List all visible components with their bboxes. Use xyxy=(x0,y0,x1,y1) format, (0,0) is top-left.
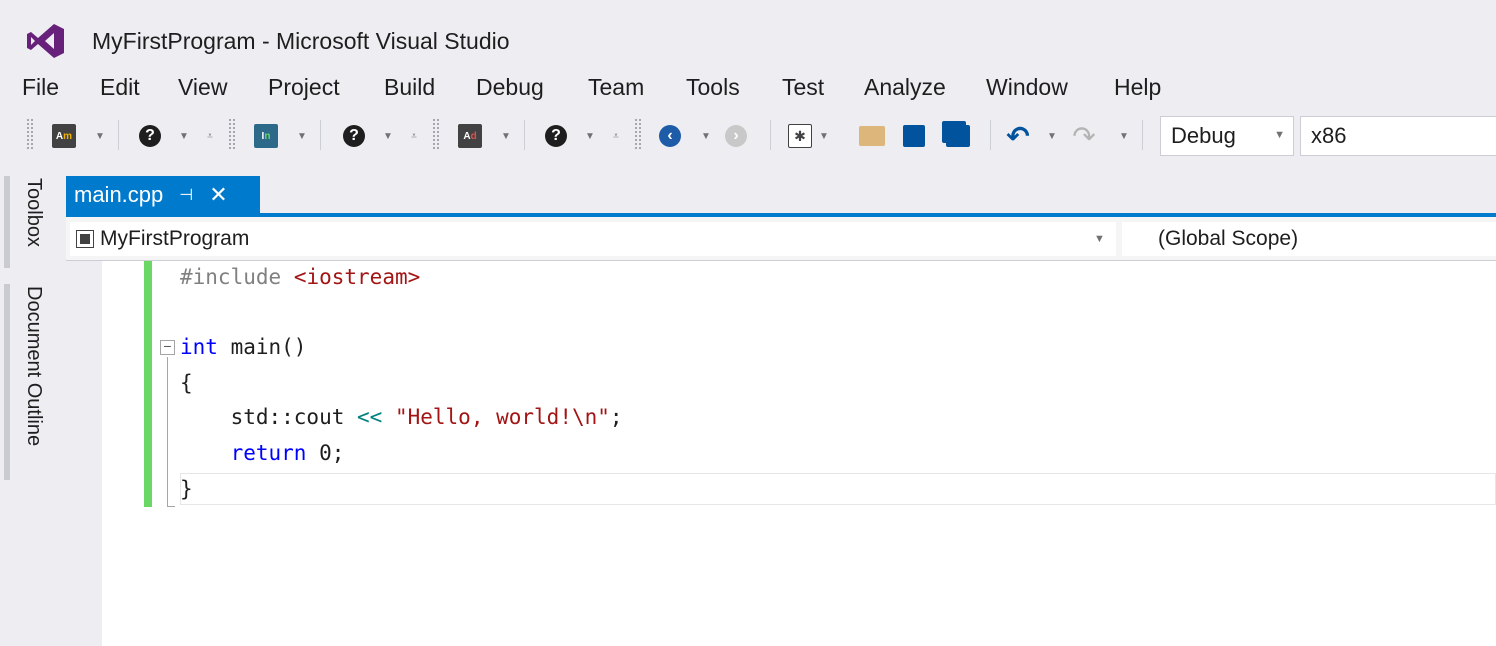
toolbar-grip[interactable] xyxy=(26,118,34,150)
help-icon[interactable]: ? xyxy=(136,122,164,150)
project-dropdown[interactable]: MyFirstProgram xyxy=(70,222,1116,256)
close-icon[interactable]: ✕ xyxy=(209,182,227,208)
code-line-4: { xyxy=(180,371,193,395)
tab-label: main.cpp xyxy=(74,182,164,207)
overflow-icon[interactable]: ⩡ xyxy=(408,126,420,146)
menu-file[interactable]: File xyxy=(22,74,59,101)
toolbar-separator xyxy=(118,120,119,150)
chevron-down-icon[interactable]: ▼ xyxy=(296,126,308,146)
save-icon[interactable] xyxy=(900,122,928,150)
chevron-down-icon[interactable]: ▼ xyxy=(818,126,830,146)
menu-tools[interactable]: Tools xyxy=(686,74,740,101)
code-line-1: #include <iostream> xyxy=(180,265,420,289)
chevron-down-icon[interactable]: ▼ xyxy=(94,126,106,146)
chevron-down-icon[interactable]: ▼ xyxy=(500,126,512,146)
new-project-icon[interactable]: ✱ xyxy=(786,122,814,150)
am-icon[interactable]: Am xyxy=(50,122,78,150)
toolbar-separator xyxy=(990,120,991,150)
code-line-6: return 0; xyxy=(180,441,345,465)
chevron-down-icon[interactable]: ▼ xyxy=(1094,233,1105,245)
function-signature: main() xyxy=(217,335,307,359)
pin-icon[interactable]: ⊣ xyxy=(179,185,193,205)
toolbox-tab[interactable]: Toolbox xyxy=(22,178,45,247)
shift-operator: << xyxy=(357,405,383,429)
ad-icon[interactable]: Ad xyxy=(456,122,484,150)
keyword-return: return xyxy=(180,441,307,465)
chevron-down-icon[interactable]: ▼ xyxy=(382,126,394,146)
window-title: MyFirstProgram - Microsoft Visual Studio xyxy=(92,28,510,54)
chevron-down-icon: ▼ xyxy=(1274,129,1285,141)
menu-help[interactable]: Help xyxy=(1114,74,1161,101)
solution-platform-dropdown[interactable]: x86 xyxy=(1300,116,1496,156)
title-bar: MyFirstProgram - Microsoft Visual Studio xyxy=(0,0,1496,62)
scope-dropdown[interactable]: (Global Scope) xyxy=(1122,222,1496,256)
keyword-int: int xyxy=(180,335,218,359)
code-line-5: std::cout << "Hello, world!\n"; xyxy=(180,405,623,429)
menu-project[interactable]: Project xyxy=(268,74,340,101)
change-tracking-bar xyxy=(144,261,152,507)
undo-icon[interactable]: ↶ xyxy=(1004,121,1032,152)
code-line-3: int main() xyxy=(180,335,306,359)
toolbar-separator xyxy=(320,120,321,150)
menu-team[interactable]: Team xyxy=(588,74,644,101)
close-brace: } xyxy=(180,477,193,501)
help-icon[interactable]: ? xyxy=(542,122,570,150)
menu-analyze[interactable]: Analyze xyxy=(864,74,946,101)
project-name: MyFirstProgram xyxy=(100,227,250,250)
chevron-down-icon[interactable]: ▼ xyxy=(1118,126,1130,146)
semicolon: ; xyxy=(609,405,623,429)
menu-view[interactable]: View xyxy=(178,74,227,101)
save-all-icon[interactable] xyxy=(944,122,972,150)
back-icon[interactable]: ‹ xyxy=(656,122,684,150)
tab-main-cpp[interactable]: main.cpp ⊣ ✕ xyxy=(66,176,260,214)
toolbar-separator xyxy=(524,120,525,150)
preprocessor-directive: #include xyxy=(180,265,282,289)
return-value: 0; xyxy=(306,441,345,465)
menu-window[interactable]: Window xyxy=(986,74,1068,101)
configuration-value: Debug xyxy=(1171,123,1236,148)
platform-value: x86 xyxy=(1311,123,1347,148)
include-file: <iostream> xyxy=(293,265,421,289)
menu-test[interactable]: Test xyxy=(782,74,824,101)
collapse-icon[interactable]: − xyxy=(160,339,175,355)
left-tool-tabs: Toolbox Document Outline xyxy=(0,172,56,646)
chevron-down-icon[interactable]: ▼ xyxy=(178,126,190,146)
menu-debug[interactable]: Debug xyxy=(476,74,544,101)
chevron-down-icon[interactable]: ▼ xyxy=(1046,126,1058,146)
chevron-down-icon[interactable]: ▼ xyxy=(584,126,596,146)
string-literal: "Hello, world!\n" xyxy=(394,405,610,429)
chevron-down-icon[interactable]: ▼ xyxy=(700,126,712,146)
visual-studio-logo-icon xyxy=(27,24,64,58)
indicator-margin xyxy=(66,261,102,646)
navigation-bar: MyFirstProgram ▼ (Global Scope) xyxy=(66,217,1496,261)
redo-icon[interactable]: ↷ xyxy=(1070,121,1098,152)
toolbox-tab-indicator xyxy=(4,176,10,268)
toolbar-separator xyxy=(1142,120,1143,150)
menu-edit[interactable]: Edit xyxy=(100,74,140,101)
code-editor[interactable]: − #include <iostream> int main() { std::… xyxy=(66,261,1496,646)
open-brace: { xyxy=(180,371,193,395)
solution-configuration-dropdown[interactable]: Debug ▼ xyxy=(1160,116,1294,156)
project-icon xyxy=(76,230,94,248)
document-outline-tab[interactable]: Document Outline xyxy=(22,286,45,446)
toolbar-separator xyxy=(770,120,771,150)
document-outline-tab-indicator xyxy=(4,284,10,480)
toolbar-grip[interactable] xyxy=(228,118,236,150)
overflow-icon[interactable]: ⩡ xyxy=(610,126,622,146)
menu-bar: File Edit View Project Build Debug Team … xyxy=(0,68,1496,106)
in-icon[interactable]: In xyxy=(252,122,280,150)
code-line-7: } xyxy=(180,477,193,501)
outline-guide xyxy=(167,357,168,507)
open-icon[interactable] xyxy=(858,122,886,150)
menu-build[interactable]: Build xyxy=(384,74,435,101)
toolbar-grip[interactable] xyxy=(634,118,642,150)
overflow-icon[interactable]: ⩡ xyxy=(204,126,216,146)
toolbar-grip[interactable] xyxy=(432,118,440,150)
scope-name: (Global Scope) xyxy=(1158,227,1299,250)
forward-icon[interactable]: › xyxy=(722,122,750,150)
current-line-highlight xyxy=(180,473,1496,505)
cout-expression: std::cout xyxy=(180,405,358,429)
outline-guide-end xyxy=(167,506,175,507)
help-icon[interactable]: ? xyxy=(340,122,368,150)
